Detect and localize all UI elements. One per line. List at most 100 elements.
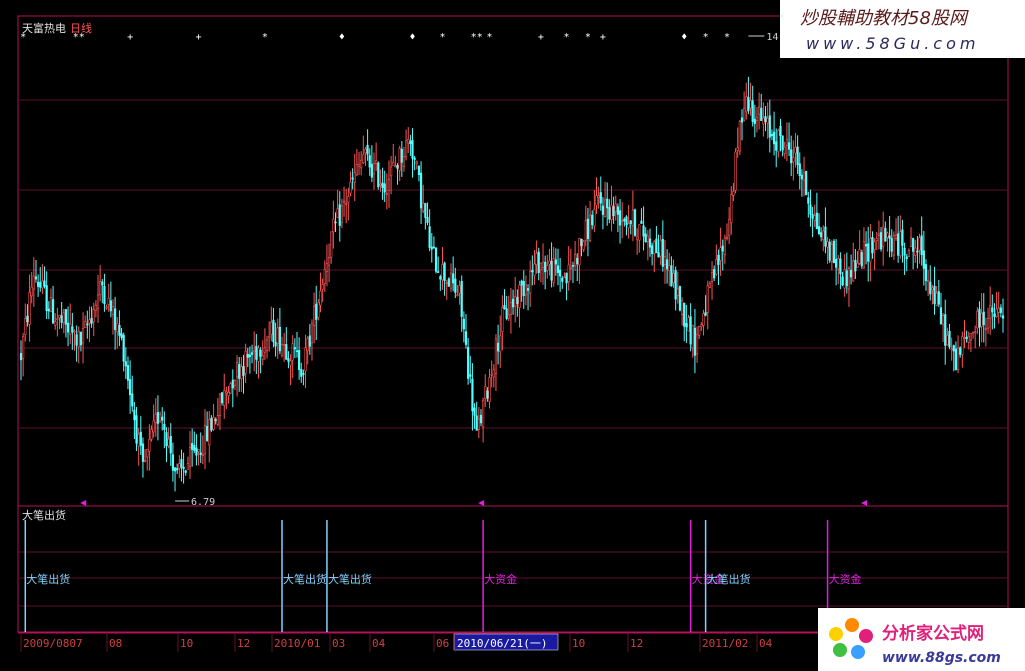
- candle-body: [143, 460, 147, 462]
- candle-body: [918, 237, 921, 251]
- candle-body: [84, 321, 87, 329]
- candle-body: [948, 330, 951, 348]
- candle-body: [51, 299, 55, 324]
- candle-body: [710, 271, 714, 282]
- candle-body: [984, 328, 987, 331]
- candle-body: [484, 386, 487, 400]
- candle-body: [321, 284, 324, 290]
- candle-body: [700, 324, 703, 327]
- top-marker: *: [564, 32, 570, 43]
- candle-body: [210, 417, 213, 431]
- candle-body: [924, 264, 928, 281]
- candle-body: [950, 348, 953, 351]
- candle-body: [298, 349, 301, 371]
- candle: [229, 382, 232, 395]
- candle-body: [631, 209, 634, 227]
- candle-body: [37, 281, 40, 287]
- candle-body: [225, 391, 228, 394]
- candle-body: [941, 315, 945, 325]
- chart-background: [0, 0, 1025, 671]
- candle-body: [616, 206, 620, 215]
- candle-body: [214, 419, 217, 422]
- candle-body: [289, 360, 292, 366]
- candle-body: [916, 250, 919, 253]
- candle-body: [357, 163, 361, 167]
- stock-chart[interactable]: * ** + + * ♦ ♦ * ** * + * * + ♦ * * 大笔出货 大笔出货 大笔出货 大资金 大资金大笔…: [0, 0, 1025, 671]
- candle-body: [738, 121, 741, 152]
- candle-body: [920, 235, 923, 255]
- candle-body: [903, 247, 906, 256]
- candle-body: [445, 282, 448, 284]
- candle-body: [777, 129, 780, 152]
- candle-body: [614, 203, 617, 212]
- candle-body: [892, 235, 895, 256]
- candle-body: [852, 260, 855, 282]
- candle-body: [807, 197, 810, 204]
- candle-body: [400, 148, 403, 163]
- candle-body: [873, 241, 876, 250]
- candle-body: [588, 214, 592, 241]
- candle-body: [982, 311, 985, 326]
- candle-body: [815, 212, 818, 230]
- candle-body: [954, 348, 958, 370]
- candle-body: [578, 238, 581, 266]
- candle-body: [120, 333, 123, 338]
- candle-body: [379, 183, 382, 186]
- candle-body: [47, 308, 50, 312]
- x-tick-label: 2009/0807: [23, 637, 83, 650]
- candle-body: [107, 297, 110, 305]
- candle-body: [946, 334, 949, 346]
- candle-body: [396, 165, 399, 169]
- candle-body: [556, 265, 560, 273]
- candle-body: [749, 100, 752, 109]
- candle-body: [259, 349, 262, 357]
- candle-body: [728, 218, 731, 236]
- indicator-title: 大笔出货: [22, 508, 66, 522]
- candle-body: [599, 192, 602, 204]
- candle-body: [422, 202, 425, 212]
- candle-body: [366, 144, 369, 155]
- candle-body: [847, 268, 851, 290]
- candle-body: [167, 438, 170, 447]
- candle-body: [223, 390, 226, 406]
- candle-body: [413, 157, 416, 160]
- candle-body: [702, 313, 705, 326]
- candle-body: [154, 413, 157, 423]
- candle-body: [116, 323, 119, 333]
- candle-body: [824, 226, 827, 247]
- candle-body: [676, 288, 679, 296]
- candle-body: [349, 181, 352, 194]
- signal-label: 大笔出货: [26, 572, 70, 586]
- candle-body: [736, 147, 739, 151]
- candle-body: [597, 195, 600, 198]
- candle-body: [638, 224, 641, 241]
- candle-body: [907, 250, 910, 257]
- candle-body: [959, 347, 962, 355]
- candle-body: [715, 259, 718, 275]
- candle-body: [734, 151, 737, 191]
- candle-body: [723, 237, 726, 255]
- candle-body: [156, 412, 160, 424]
- candle-body: [276, 327, 279, 344]
- candle-body: [488, 377, 491, 402]
- candle-body: [176, 468, 179, 471]
- candle-body: [122, 334, 125, 362]
- candle-body: [486, 390, 489, 399]
- candle-body: [820, 232, 823, 238]
- candle-body: [670, 265, 673, 287]
- candle-body: [606, 198, 609, 209]
- candle-body: [721, 245, 724, 252]
- candle-body: [114, 308, 117, 330]
- candle-body: [524, 284, 528, 296]
- candle-body: [586, 218, 590, 239]
- candle-body: [843, 269, 846, 289]
- candle-body: [877, 233, 881, 236]
- candle-body: [111, 306, 115, 315]
- candle-body: [490, 373, 493, 376]
- candle-body: [751, 100, 754, 122]
- candle-body: [409, 140, 412, 145]
- candle-body: [240, 366, 243, 379]
- candle-body: [417, 165, 421, 175]
- candle: [828, 238, 831, 264]
- candle-body: [449, 272, 453, 289]
